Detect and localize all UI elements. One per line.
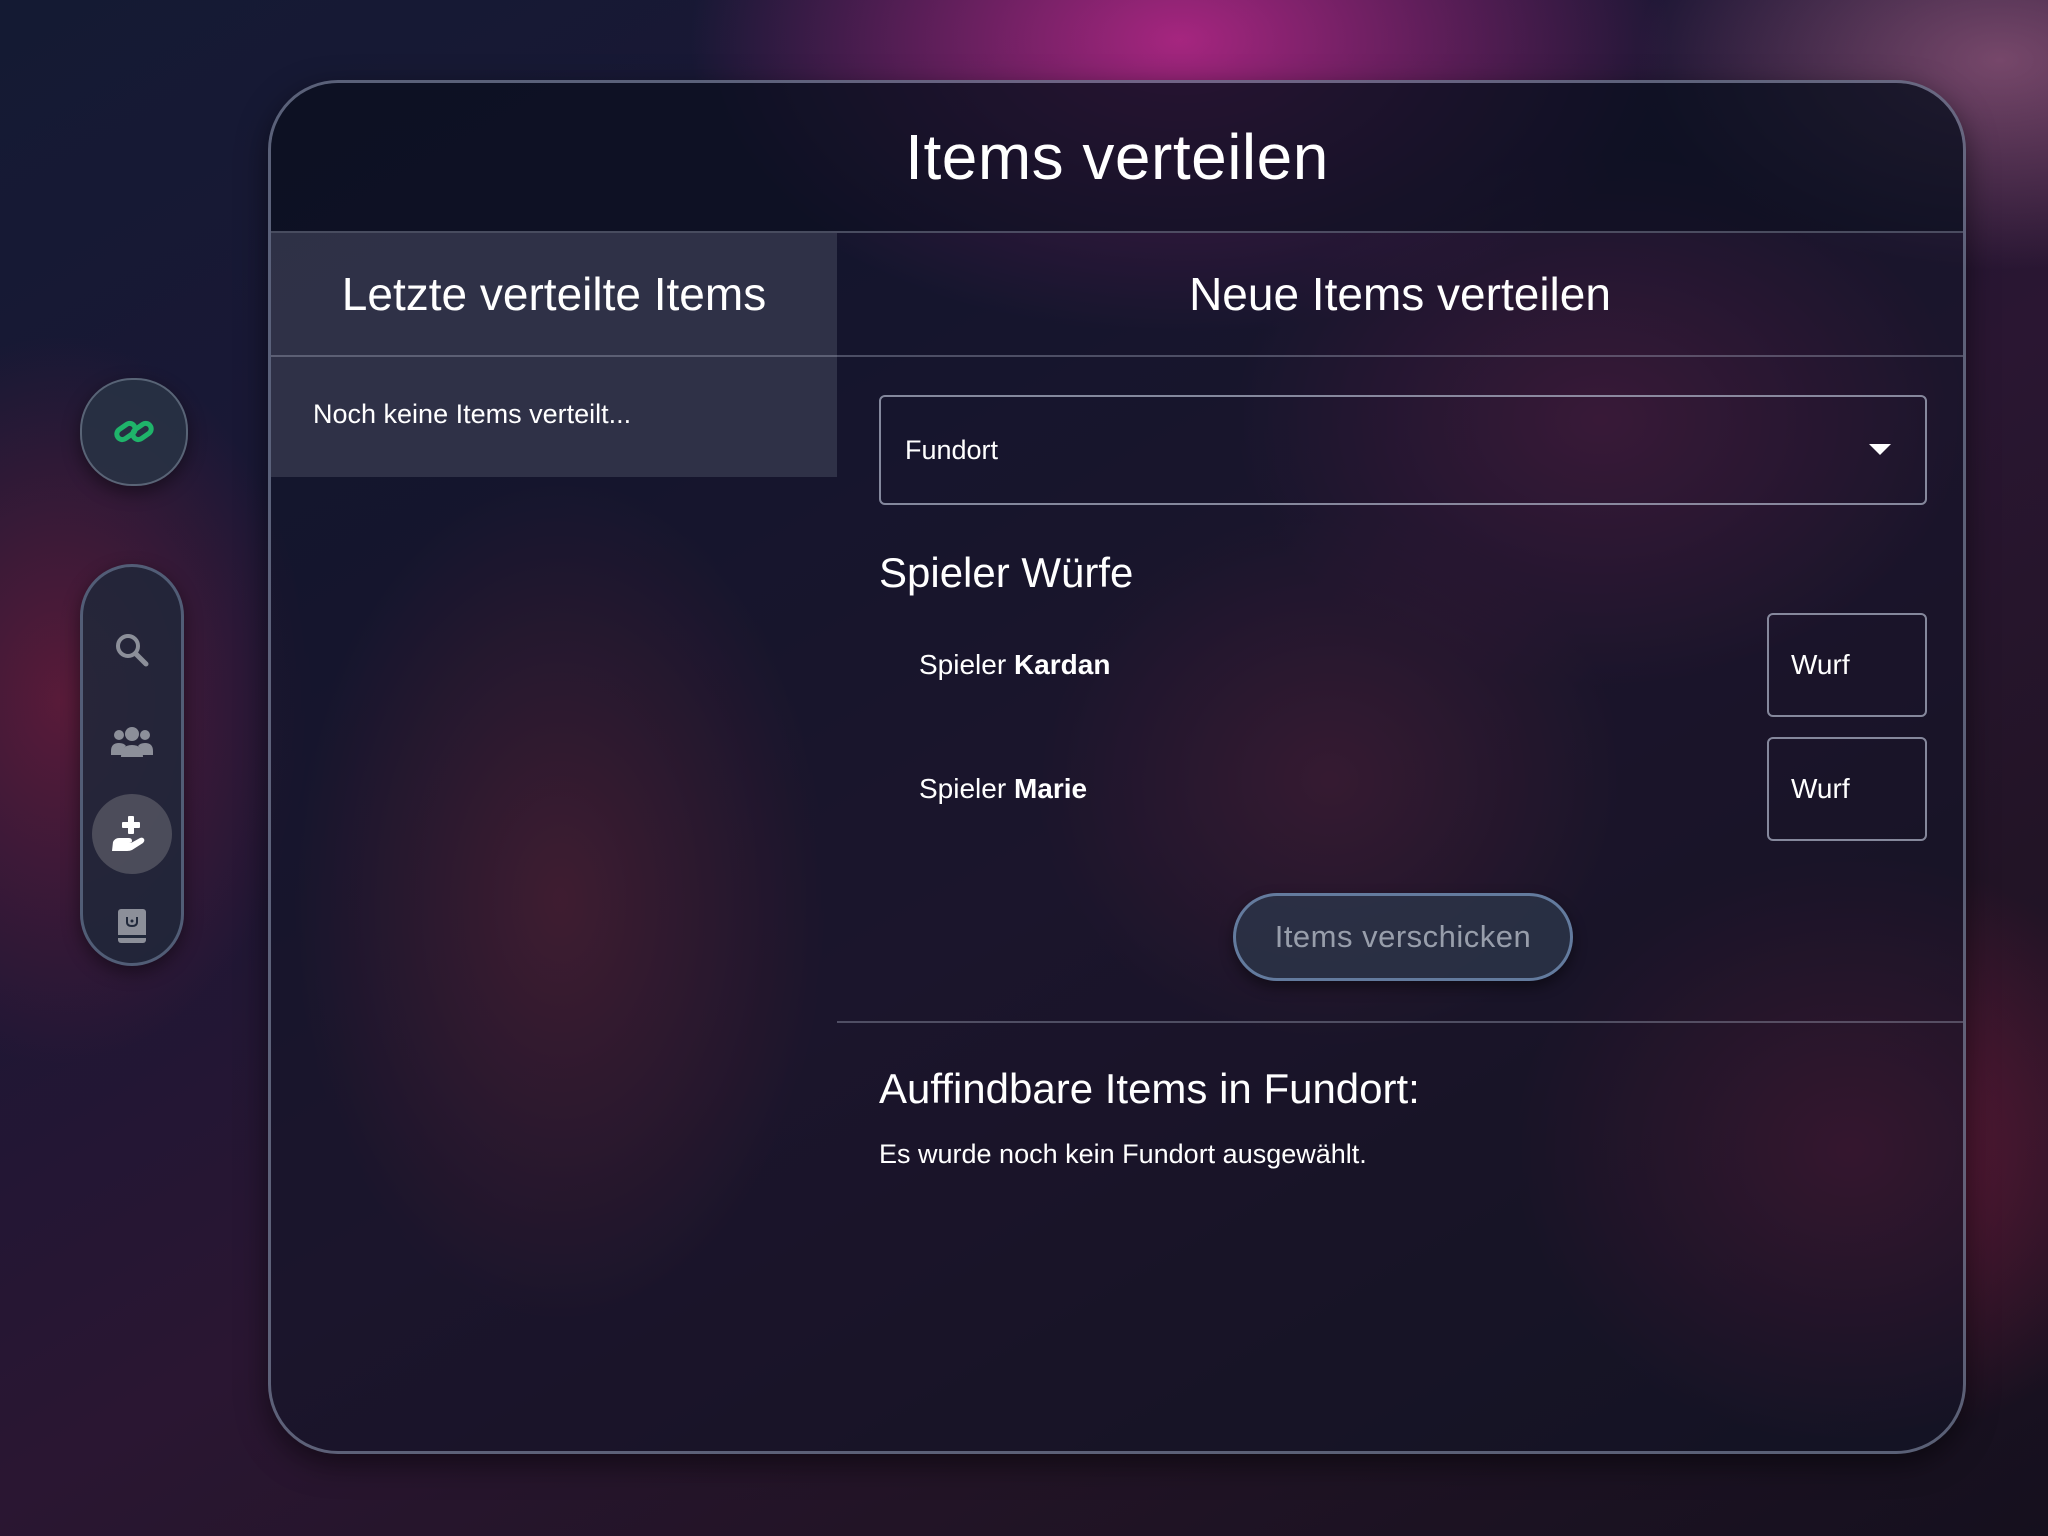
findable-items-text: Es wurde noch kein Fundort ausgewählt. — [879, 1139, 1367, 1169]
nav-search[interactable] — [92, 610, 172, 690]
nav-users[interactable] — [92, 702, 172, 782]
player-label-marie: Spieler Marie — [919, 773, 1088, 804]
link-icon — [114, 420, 154, 443]
nav-book[interactable] — [92, 886, 172, 966]
location-select[interactable]: Fundort — [879, 395, 1927, 505]
section-divider — [837, 1021, 1963, 1023]
location-select-value: Fundort — [905, 434, 999, 465]
send-items-button[interactable]: Items verschicken — [1233, 893, 1573, 981]
link-button[interactable] — [80, 378, 188, 486]
player-rolls-heading: Spieler Würfe — [879, 549, 1134, 596]
recent-items-heading: Letzte verteilte Items — [271, 233, 837, 357]
new-items-heading: Neue Items verteilen — [837, 233, 1963, 357]
player-label-kardan: Spieler Kardan — [919, 649, 1111, 680]
book-icon — [118, 909, 146, 943]
nav-distribute-items[interactable] — [92, 794, 172, 874]
roll-input-marie[interactable] — [1767, 737, 1927, 841]
player-name: Kardan — [1013, 649, 1111, 680]
player-name: Marie — [1013, 773, 1088, 804]
users-icon — [111, 727, 153, 757]
findable-items-heading: Auffindbare Items in Fundort: — [879, 1065, 1420, 1112]
recent-items-panel: Letzte verteilte Items Noch keine Items … — [271, 233, 837, 477]
roll-input-kardan[interactable] — [1767, 613, 1927, 717]
page-title: Items verteilen — [905, 121, 1329, 193]
recent-items-empty-text: Noch keine Items verteilt... — [313, 399, 632, 429]
distribute-items-card: Items verteilen Letzte verteilte Items N… — [268, 80, 1966, 1454]
sidebar-nav — [80, 564, 184, 966]
search-icon — [116, 634, 149, 667]
hand-plus-icon — [112, 816, 145, 851]
chevron-down-icon — [1869, 444, 1891, 455]
card-header: Items verteilen — [271, 83, 1963, 233]
